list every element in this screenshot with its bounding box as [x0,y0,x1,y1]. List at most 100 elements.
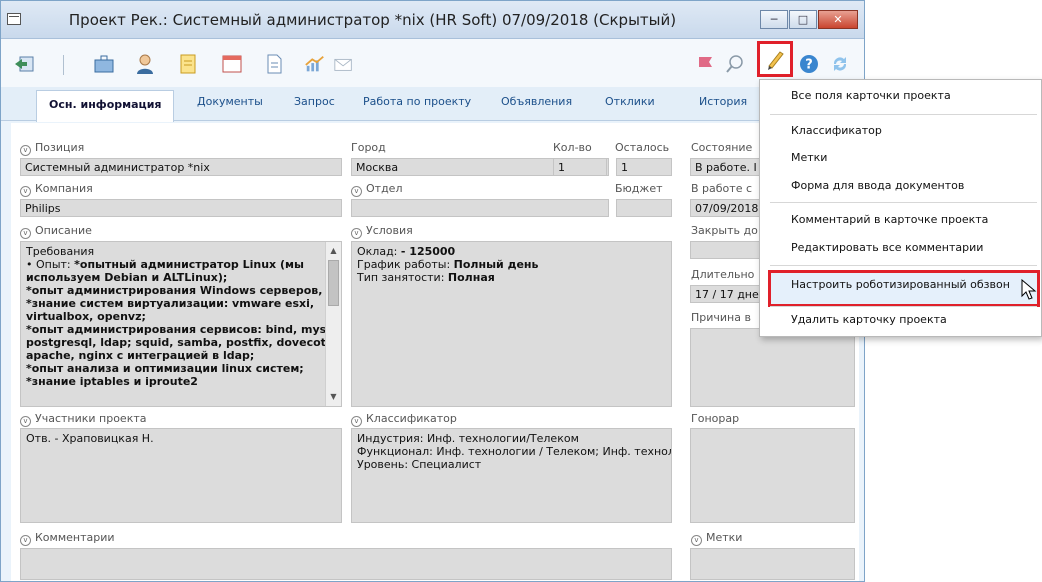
chevron-down-icon: v [20,535,31,546]
menu-item-project-comment[interactable]: Комментарий в карточке проекта [791,213,988,226]
budget-label: Бюджет [615,182,663,195]
flag-button[interactable] [695,53,717,75]
classifier-line: Функционал: Инф. технологии / Телеком; И… [357,445,672,458]
tab-ads[interactable]: Объявления [501,95,572,108]
reason-label: Причина в [691,311,751,324]
menu-item-document-form[interactable]: Форма для ввода документов [791,179,964,192]
chevron-down-icon: v [20,145,31,156]
chevron-down-icon: v [20,416,31,427]
count-label: Кол-во [553,141,592,154]
notepad-icon [180,54,196,74]
participants-field[interactable]: Отв. - Храповицкая Н. [20,428,342,523]
conditions-textarea[interactable]: Оклад: - 125000 График работы: Полный де… [351,241,672,407]
email-button[interactable] [333,53,355,75]
edit-button[interactable] [757,41,793,77]
close-button[interactable]: ✕ [818,10,858,29]
reason-field[interactable] [690,328,855,407]
budget-field[interactable] [616,199,672,217]
menu-item-robotic-call[interactable]: Настроить роботизированный обзвон [791,278,1010,291]
description-line: • Опыт: *опытный администратор Linux (мы [26,258,304,271]
calendar-icon [222,55,242,73]
chevron-down-icon: v [20,228,31,239]
calendar-button[interactable] [221,53,243,75]
menu-item-all-fields[interactable]: Все поля карточки проекта [791,89,951,102]
position-field[interactable]: Системный администратор *nix [20,158,342,176]
tab-request[interactable]: Запрос [294,95,335,108]
participants-label[interactable]: v Участники проекта [20,412,147,427]
mouse-cursor-icon [1021,279,1037,300]
toolbar-separator [63,55,64,75]
remaining-field[interactable]: 1 [616,158,672,176]
toolbar: ? [1,39,864,87]
tab-project-work[interactable]: Работа по проекту [363,95,471,108]
search-icon [726,55,743,73]
chevron-down-icon: v [351,416,362,427]
description-line: Требования [26,245,95,258]
department-field[interactable] [351,199,609,217]
tags-field[interactable] [690,548,855,580]
description-label[interactable]: v Описание [20,224,92,239]
description-line: используем Debian и ALTLinux); [26,271,228,284]
menu-separator [770,265,1037,266]
description-line: postgresql, ldap; squid, samba, postfix,… [26,336,331,349]
position-label[interactable]: v Позиция [20,141,84,156]
project-card-window: Проект Рек.: Системный администратор *ni… [0,0,865,582]
title-bar[interactable]: Проект Рек.: Системный администратор *ni… [1,1,864,39]
person-button[interactable] [134,53,156,75]
description-line: apache, nginx с интеграцией в ldap; [26,349,255,362]
help-button[interactable]: ? [798,53,820,75]
company-field[interactable]: Philips [20,199,342,217]
conditions-line: Тип занятости: Полная [357,271,495,284]
close-to-label: Закрыть до [691,224,758,237]
duration-label: Длительно [691,268,755,281]
chevron-down-icon: v [351,228,362,239]
comments-field[interactable] [20,548,672,580]
app-window-icon [7,13,21,25]
chart-button[interactable] [304,53,326,75]
classifier-label[interactable]: v Классификатор [351,412,457,427]
svg-text:?: ? [805,58,813,73]
minimize-button[interactable]: ─ [760,10,788,29]
menu-item-tags[interactable]: Метки [791,151,827,164]
refresh-icon [833,57,847,71]
document-button[interactable] [263,53,285,75]
scrollbar-thumb[interactable] [328,260,339,306]
fee-field[interactable] [690,428,855,523]
tab-main-info[interactable]: Осн. информация [36,90,175,122]
fee-label: Гонорар [691,412,740,425]
comments-label[interactable]: v Комментарии [20,531,115,546]
tags-label[interactable]: v Метки [691,531,742,546]
menu-item-delete-project-card[interactable]: Удалить карточку проекта [791,313,947,326]
description-line: *опыт анализа и оптимизации linux систем… [26,362,304,375]
chevron-down-icon: v [20,186,31,197]
scroll-up-icon[interactable]: ▲ [326,244,341,258]
department-label[interactable]: v Отдел [351,182,402,197]
classifier-field[interactable]: Индустрия: Инф. технологии/Телеком Функц… [351,428,672,523]
menu-item-classifier[interactable]: Классификатор [791,124,882,137]
conditions-label[interactable]: v Условия [351,224,413,239]
state-label: Состояние [691,141,753,154]
company-label[interactable]: v Компания [20,182,93,197]
chevron-down-icon: v [691,535,702,546]
menu-item-edit-all-comments[interactable]: Редактировать все комментарии [791,241,983,254]
person-icon [137,54,153,74]
city-label: Город [351,141,386,154]
tab-responses[interactable]: Отклики [605,95,655,108]
help-icon: ? [800,55,818,73]
briefcase-button[interactable] [93,53,115,75]
chart-icon [305,55,324,72]
document-icon [267,54,282,74]
scroll-down-icon[interactable]: ▼ [326,390,341,404]
description-line: virtualbox, openvz; [26,310,146,323]
tab-documents[interactable]: Документы [197,95,263,108]
notepad-button[interactable] [177,53,199,75]
count-field[interactable]: 1 [553,158,607,176]
description-scrollbar[interactable]: ▲ ▼ [325,242,341,406]
maximize-button[interactable]: □ [789,10,817,29]
description-textarea[interactable]: Требования • Опыт: *опытный администрато… [20,241,342,407]
maximize-icon: □ [797,13,809,26]
back-button[interactable] [13,53,35,75]
search-button[interactable] [724,53,746,75]
refresh-button[interactable] [829,53,851,75]
tab-history[interactable]: История [699,95,747,108]
